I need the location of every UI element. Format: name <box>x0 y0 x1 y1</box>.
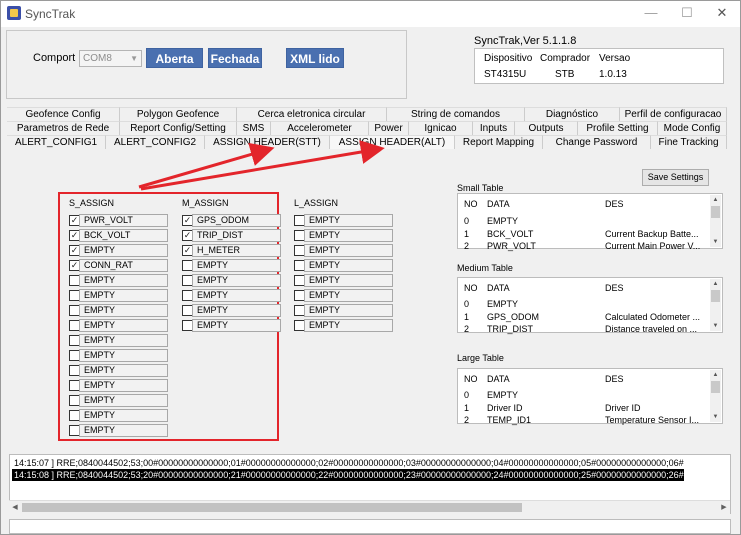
scroll-thumb[interactable] <box>711 206 720 218</box>
m-assign-field[interactable]: TRIP_DIST <box>192 229 281 242</box>
m-assign-field[interactable]: EMPTY <box>192 274 281 287</box>
s-assign-field[interactable]: EMPTY <box>79 319 168 332</box>
table-cell: GPS_ODOM <box>487 312 540 322</box>
scroll-left-icon[interactable]: ◀ <box>9 501 21 514</box>
table-cell: TRIP_DIST <box>487 324 534 334</box>
scroll-thumb[interactable] <box>711 381 720 393</box>
l-assign-field[interactable]: EMPTY <box>304 214 393 227</box>
m-assign-field[interactable]: EMPTY <box>192 289 281 302</box>
m-assign-field[interactable]: GPS_ODOM <box>192 214 281 227</box>
log-line-selected: 14:15:08 ] RRE;0840044502;53;20#00000000… <box>12 469 684 481</box>
large-table-title: Large Table <box>457 353 504 363</box>
l-assign-field[interactable]: EMPTY <box>304 259 393 272</box>
small-table[interactable]: NO DATA DES 0 EMPTY 1 BCK_VOLT Current B… <box>457 193 723 251</box>
arrow-to-alt-tab <box>140 140 385 191</box>
table-cell: 0 <box>464 390 470 400</box>
table-header: DATA <box>487 374 510 384</box>
vertical-scrollbar[interactable]: ▲ ▼ <box>710 279 721 331</box>
s-assign-field[interactable]: EMPTY <box>79 409 168 422</box>
table-cell: Temperature Sensor I... <box>605 415 700 425</box>
table-header: DES <box>605 283 624 293</box>
m-assign-field[interactable]: EMPTY <box>192 259 281 272</box>
small-table-title: Small Table <box>457 183 504 193</box>
table-cell: Driver ID <box>605 403 641 413</box>
table-cell: Distance traveled on ... <box>605 324 698 334</box>
s-assign-field[interactable]: EMPTY <box>79 304 168 317</box>
save-settings-button[interactable]: Save Settings <box>642 169 709 186</box>
table-cell: PWR_VOLT <box>487 241 536 251</box>
l-assign-header: L_ASSIGN <box>294 198 339 208</box>
s-assign-field[interactable]: CONN_RAT <box>79 259 168 272</box>
table-cell: EMPTY <box>487 390 519 400</box>
table-header: DATA <box>487 283 510 293</box>
arrow-to-stt-tab <box>138 142 275 189</box>
m-assign-field[interactable]: EMPTY <box>192 319 281 332</box>
m-assign-field[interactable]: EMPTY <box>192 304 281 317</box>
horizontal-scrollbar[interactable]: ◀ ▶ <box>9 500 730 514</box>
table-header: NO <box>464 199 478 209</box>
s-assign-field[interactable]: EMPTY <box>79 349 168 362</box>
s-assign-field[interactable]: EMPTY <box>79 289 168 302</box>
table-cell: EMPTY <box>487 299 519 309</box>
table-header: NO <box>464 283 478 293</box>
l-assign-field[interactable]: EMPTY <box>304 229 393 242</box>
status-bar <box>9 519 731 534</box>
scroll-up-icon[interactable]: ▲ <box>710 370 721 380</box>
scroll-right-icon[interactable]: ▶ <box>718 501 730 514</box>
l-assign-field[interactable]: EMPTY <box>304 319 393 332</box>
table-cell: 0 <box>464 216 470 226</box>
s-assign-field[interactable]: EMPTY <box>79 274 168 287</box>
table-cell: 1 <box>464 229 470 239</box>
s-assign-field[interactable]: EMPTY <box>79 244 168 257</box>
s-assign-field[interactable]: EMPTY <box>79 379 168 392</box>
log-line: 14:15:07 ] RRE;0840044502;53;00#00000000… <box>14 458 684 468</box>
table-header: DES <box>605 374 624 384</box>
l-assign-field[interactable]: EMPTY <box>304 274 393 287</box>
s-assign-field[interactable]: BCK_VOLT <box>79 229 168 242</box>
table-cell: Current Main Power V... <box>605 241 701 251</box>
table-header: DATA <box>487 199 510 209</box>
table-cell: 1 <box>464 312 470 322</box>
l-assign-field[interactable]: EMPTY <box>304 244 393 257</box>
table-cell: Driver ID <box>487 403 523 413</box>
table-cell: Current Backup Batte... <box>605 229 699 239</box>
scroll-thumb[interactable] <box>711 290 720 302</box>
vertical-scrollbar[interactable]: ▲ ▼ <box>710 195 721 247</box>
s-assign-field[interactable]: EMPTY <box>79 364 168 377</box>
table-cell: 0 <box>464 299 470 309</box>
medium-table[interactable]: NO DATA DES 0 EMPTY 1 GPS_ODOM Calculate… <box>457 277 723 334</box>
m-assign-header: M_ASSIGN <box>182 198 229 208</box>
scroll-down-icon[interactable]: ▼ <box>710 412 721 422</box>
large-table[interactable]: NO DATA DES 0 EMPTY 1 Driver ID Driver I… <box>457 368 723 425</box>
s-assign-field[interactable]: PWR_VOLT <box>79 214 168 227</box>
scroll-up-icon[interactable]: ▲ <box>710 279 721 289</box>
table-cell: 2 <box>464 324 470 334</box>
l-assign-field[interactable]: EMPTY <box>304 304 393 317</box>
l-assign-field[interactable]: EMPTY <box>304 289 393 302</box>
main-window: SyncTrak — ☐ ✕ Comport : COM8 ▼ Aberta F… <box>0 0 741 535</box>
s-assign-field[interactable]: EMPTY <box>79 394 168 407</box>
table-cell: BCK_VOLT <box>487 229 534 239</box>
scroll-down-icon[interactable]: ▼ <box>710 237 721 247</box>
vertical-scrollbar[interactable]: ▲ ▼ <box>710 370 721 422</box>
s-assign-field[interactable]: EMPTY <box>79 424 168 437</box>
table-header: NO <box>464 374 478 384</box>
scroll-thumb[interactable] <box>22 503 522 512</box>
s-assign-header: S_ASSIGN <box>69 198 115 208</box>
table-header: DES <box>605 199 624 209</box>
table-cell: 2 <box>464 415 470 425</box>
scroll-up-icon[interactable]: ▲ <box>710 195 721 205</box>
s-assign-field[interactable]: EMPTY <box>79 334 168 347</box>
table-cell: 1 <box>464 403 470 413</box>
table-cell: 2 <box>464 241 470 251</box>
table-cell: TEMP_ID1 <box>487 415 532 425</box>
table-cell: Calculated Odometer ... <box>605 312 701 322</box>
table-cell: EMPTY <box>487 216 519 226</box>
m-assign-field[interactable]: H_METER <box>192 244 281 257</box>
medium-table-title: Medium Table <box>457 263 513 273</box>
scroll-down-icon[interactable]: ▼ <box>710 321 721 331</box>
